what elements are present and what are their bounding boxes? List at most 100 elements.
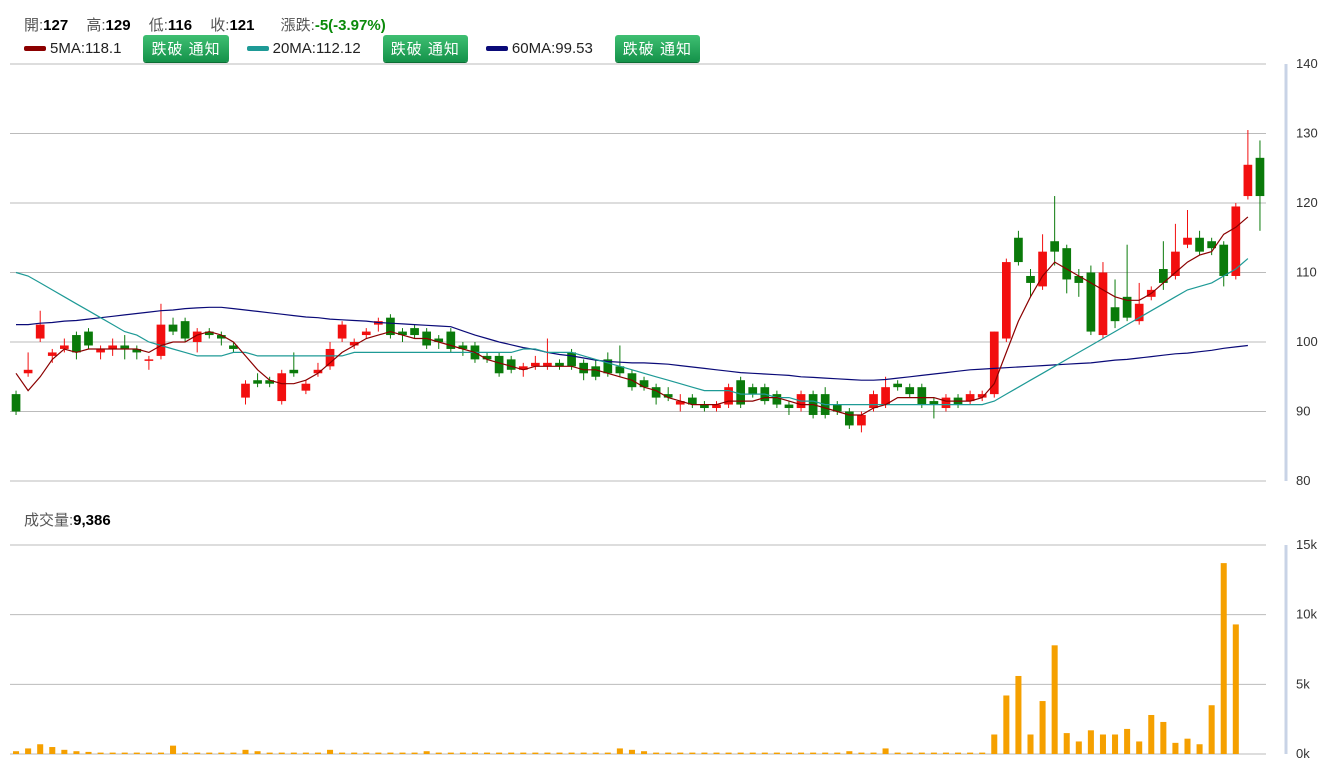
volume-bar [1099,734,1106,754]
volume-bar [616,748,623,754]
candle-body [156,324,166,356]
volume-bar [290,752,297,754]
candle-body [905,387,915,395]
candle-body [494,355,504,374]
candle-body [772,394,782,405]
candle-body [1243,164,1253,197]
volume-tick-label: 5k [1296,676,1310,691]
volume-bar [1027,734,1034,754]
volume-bar [363,752,370,754]
volume-bar [942,752,949,754]
volume-bar [399,752,406,754]
volume-bar [73,751,80,754]
volume-bar [49,747,56,754]
volume-bar [351,752,358,754]
volume-bar [967,752,974,754]
candle-body [35,324,45,339]
volume-bar [471,752,478,754]
volume-bar [653,752,660,754]
volume-bar [1124,728,1131,754]
volume-bar [556,752,563,754]
volume-bar [194,752,201,754]
volume-bar [206,752,213,754]
candle-body [748,387,758,395]
volume-bar [1136,741,1143,754]
volume-bar [918,752,925,754]
candle-body [591,366,601,377]
volume-bar [1148,714,1155,754]
volume-bar [327,749,334,754]
volume-bar [906,752,913,754]
candle-body [1050,241,1060,252]
candle-body [144,359,154,361]
candle-body [579,362,589,374]
volume-bar [1208,705,1215,754]
volume-bar [254,751,261,754]
volume-bar [930,752,937,754]
volume-bar [1015,675,1022,754]
volume-bar [37,744,44,754]
volume-bar [25,748,32,754]
candle-body [567,352,576,367]
volume-bar [713,752,720,754]
volume-bar [991,734,998,754]
stock-chart[interactable]: 80 90 100 110 120 130 140 0k 5k 10k 15k [0,0,1336,767]
price-tick-label: 100 [1296,334,1318,349]
volume-bar [689,752,696,754]
volume-bar [133,752,140,754]
candle-body [1195,237,1204,252]
price-tick-label: 80 [1296,473,1310,488]
volume-bar [677,752,684,754]
volume-bar [773,752,780,754]
volume-tick-label: 15k [1296,537,1317,552]
volume-bar [496,752,503,754]
candle-body [180,321,190,339]
candle-body [289,369,299,374]
volume-bar [1075,741,1082,754]
volume-bar [1160,721,1167,754]
volume-bar [435,752,442,754]
candle-body [1001,262,1011,339]
volume-bar [701,752,708,754]
candle-body [72,335,81,353]
candle-body [941,397,951,409]
volume-bar [737,752,744,754]
volume-bar [1196,744,1203,754]
volume-bar [882,748,889,754]
volume-bar [592,752,599,754]
candle-body [47,352,57,356]
candle-body [253,380,262,384]
volume-bar [423,751,430,754]
volume-bar [314,752,321,754]
volume-bar [641,751,648,754]
candle-body [337,324,347,339]
volume-bar [761,752,768,754]
volume-bar [544,752,551,754]
candle-body [325,348,335,367]
volume-bar [411,752,418,754]
volume-bar [447,752,454,754]
candle-body [893,383,903,388]
volume-bar [278,752,285,754]
volume-bar [157,752,164,754]
volume-bar [846,751,853,754]
volume-bar [532,752,539,754]
candle-body [1062,248,1072,280]
volume-bar [242,749,249,754]
candle-body [361,331,371,336]
volume-bar [749,752,756,754]
volume-bar [628,749,635,754]
volume-bar [568,752,575,754]
candle-body [84,331,93,346]
price-tick-label: 130 [1296,126,1318,141]
price-tick-label: 110 [1296,265,1317,280]
candle-body [881,387,890,405]
volume-bar [1051,645,1058,754]
volume-bar [1063,733,1070,754]
price-tick-label: 90 [1296,404,1310,419]
candle-body [23,369,33,374]
candle-body [989,331,999,395]
candle-body [301,383,311,391]
candle-body [168,324,178,332]
volume-bar [822,752,829,754]
